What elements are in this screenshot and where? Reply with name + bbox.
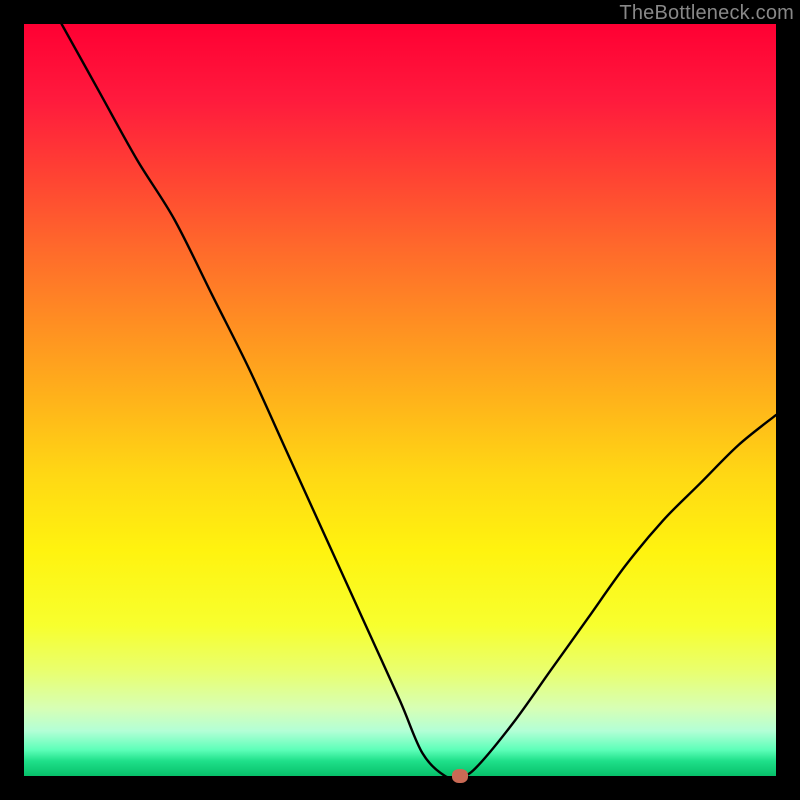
curve-path: [62, 24, 776, 776]
chart-frame: TheBottleneck.com: [0, 0, 800, 800]
watermark-label: TheBottleneck.com: [619, 2, 794, 25]
bottleneck-curve: [24, 24, 776, 776]
chart-plot-area: [24, 24, 776, 776]
optimal-point-marker: [452, 769, 468, 783]
